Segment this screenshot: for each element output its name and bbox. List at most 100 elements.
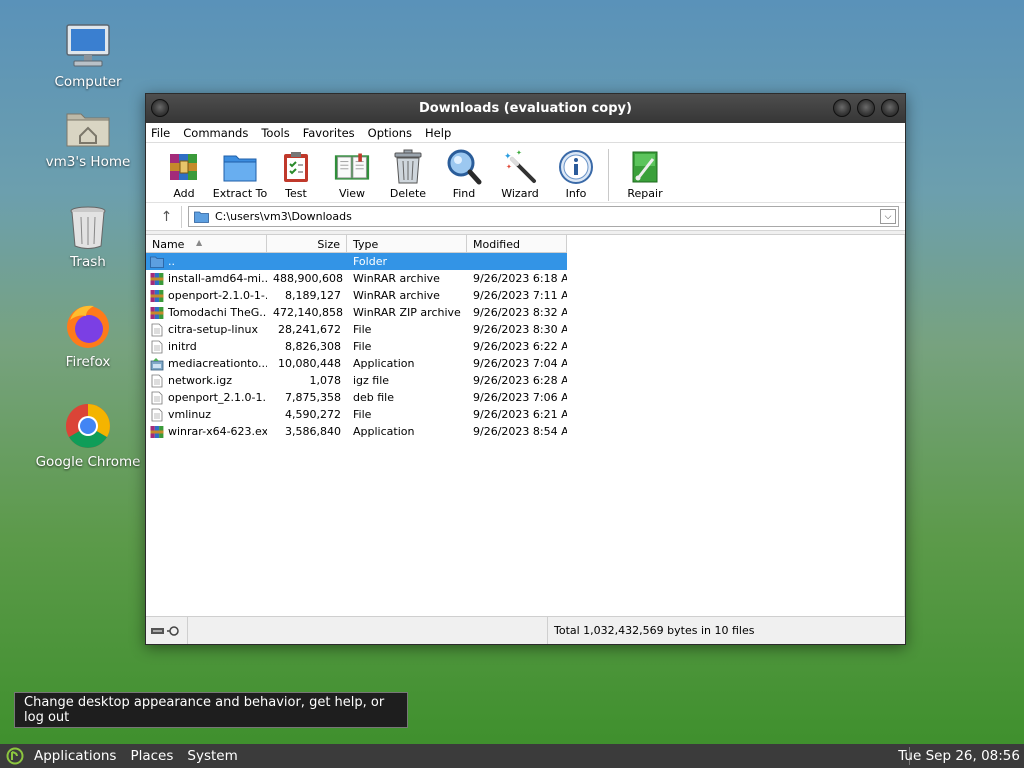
panel-menu-system[interactable]: System — [187, 748, 237, 764]
file-row[interactable]: openport-2.1.0-1-... 8,189,127 WinRAR arch… — [146, 287, 905, 304]
winrar-window: Downloads (evaluation copy) File Command… — [145, 93, 906, 645]
add-button[interactable]: Add — [156, 149, 212, 200]
application-icon — [150, 357, 168, 371]
view-button[interactable]: View — [324, 149, 380, 200]
file-modified: 9/26/2023 8:30 AM — [473, 323, 567, 336]
rar-archive-icon — [150, 425, 168, 439]
file-name: .. — [168, 255, 175, 268]
file-row[interactable]: openport_2.1.0-1... 7,875,358 deb file 9/26… — [146, 389, 905, 406]
desktop-icon-computer[interactable]: Computer — [36, 20, 140, 90]
file-name: vmlinuz — [168, 408, 212, 421]
column-header-modified[interactable]: Modified — [467, 235, 567, 253]
menu-commands[interactable]: Commands — [183, 126, 248, 140]
file-row[interactable]: vmlinuz 4,590,272 File 9/26/2023 6:21 AM — [146, 406, 905, 423]
file-icon — [150, 374, 168, 388]
desktop-icon-chrome[interactable]: Google Chrome — [36, 400, 140, 470]
file-row[interactable]: install-amd64-mi... 488,900,608 WinRAR arc… — [146, 270, 905, 287]
wizard-button[interactable]: ✦ ✦ ✦ Wizard — [492, 149, 548, 200]
column-header-type[interactable]: Type — [347, 235, 467, 253]
up-one-level-button[interactable]: ↑ — [152, 205, 182, 228]
menu-help[interactable]: Help — [425, 126, 451, 140]
toolbar-label: Find — [452, 187, 476, 200]
address-dropdown-button[interactable]: ⌵ — [880, 209, 896, 224]
close-button[interactable] — [881, 99, 899, 117]
delete-button[interactable]: Delete — [380, 149, 436, 200]
rar-archive-icon — [150, 289, 168, 303]
menu-tools[interactable]: Tools — [261, 126, 289, 140]
file-modified: 9/26/2023 6:21 AM — [473, 408, 567, 421]
file-name-cell: openport_2.1.0-1... — [146, 391, 267, 405]
file-size: 7,875,358 — [285, 391, 341, 404]
file-row[interactable]: network.igz 1,078 igz file 9/26/2023 6:28 A… — [146, 372, 905, 389]
rar-archive-icon — [150, 306, 168, 320]
file-row[interactable]: mediacreationto... 10,080,448 Application 9… — [146, 355, 905, 372]
file-name: Tomodachi TheG... — [168, 306, 267, 319]
file-size: 472,140,858 — [273, 306, 343, 319]
magnifier-icon — [446, 149, 482, 185]
mate-logo-icon[interactable] — [6, 747, 24, 765]
find-button[interactable]: Find — [436, 149, 492, 200]
file-row[interactable]: initrd 8,826,308 File 9/26/2023 6:22 AM — [146, 338, 905, 355]
folder-icon — [150, 255, 168, 269]
file-type: igz file — [353, 374, 390, 387]
chrome-icon — [64, 400, 112, 450]
magic-wand-icon: ✦ ✦ ✦ — [502, 149, 538, 185]
file-name-cell: mediacreationto... — [146, 357, 267, 371]
file-name: mediacreationto... — [168, 357, 267, 370]
menu-bar: File Commands Tools Favorites Options He… — [146, 123, 905, 143]
file-name-cell: citra-setup-linux — [146, 323, 267, 337]
address-path: C:\users\vm3\Downloads — [215, 210, 352, 223]
bottom-panel: Applications Places System Tue Sep 26, 0… — [0, 744, 1024, 768]
tooltip: Change desktop appearance and behavior, … — [14, 692, 408, 728]
file-row[interactable]: winrar-x64-623.exe 3,586,840 Application 9/… — [146, 423, 905, 440]
toolbar: Add Extract To Test View Delete Find ✦ ✦… — [146, 143, 905, 203]
info-button[interactable]: Info — [548, 149, 604, 200]
file-modified: 9/26/2023 7:06 AM — [473, 391, 567, 404]
panel-clock[interactable]: Tue Sep 26, 08:56 — [898, 748, 1020, 764]
file-size: 3,586,840 — [285, 425, 341, 438]
repair-button[interactable]: Repair — [617, 149, 673, 200]
file-row[interactable]: Tomodachi TheG... 472,140,858 WinRAR ZIP a… — [146, 304, 905, 321]
file-name-cell: winrar-x64-623.exe — [146, 425, 267, 439]
menu-file[interactable]: File — [151, 126, 170, 140]
minimize-button[interactable] — [833, 99, 851, 117]
vertical-scrollbar[interactable] — [904, 235, 905, 617]
menu-favorites[interactable]: Favorites — [303, 126, 355, 140]
file-modified: 9/26/2023 8:32 AM — [473, 306, 567, 319]
desktop-icon-label: Firefox — [65, 354, 111, 370]
file-row[interactable]: citra-setup-linux 28,241,672 File 9/26/2023… — [146, 321, 905, 338]
desktop-icon-label: vm3's Home — [45, 154, 131, 170]
toolbar-label: Add — [173, 187, 195, 200]
parent-folder-row[interactable]: .. Folder — [146, 253, 567, 270]
file-name-cell: openport-2.1.0-1-... — [146, 289, 267, 303]
desktop-icon-firefox[interactable]: Firefox — [36, 300, 140, 370]
arrow-up-icon: ↑ — [160, 208, 173, 225]
desktop-icon-trash[interactable]: Trash — [36, 200, 140, 270]
panel-menu-applications[interactable]: Applications — [34, 748, 116, 764]
file-modified: 9/26/2023 8:54 AM — [473, 425, 567, 438]
repair-kit-icon — [627, 149, 663, 185]
column-header-label: Size — [317, 238, 340, 251]
extract-to-button[interactable]: Extract To — [212, 149, 268, 200]
svg-text:✦: ✦ — [504, 152, 512, 162]
address-field[interactable]: C:\users\vm3\Downloads ⌵ — [188, 206, 899, 227]
menu-options[interactable]: Options — [368, 126, 412, 140]
book-icon — [334, 149, 370, 185]
toolbar-separator — [608, 149, 609, 201]
computer-icon — [63, 20, 113, 70]
chevron-down-icon: ⌵ — [884, 211, 892, 222]
column-header-size[interactable]: Size — [267, 235, 347, 253]
file-type: WinRAR archive — [353, 272, 440, 285]
file-list: Name ▲ Size Type Modified .. Folder install… — [146, 234, 905, 617]
file-modified: 9/26/2023 6:28 AM — [473, 374, 567, 387]
window-titlebar[interactable]: Downloads (evaluation copy) — [146, 94, 905, 123]
desktop-icon-home[interactable]: vm3's Home — [36, 100, 140, 170]
rar-archive-icon — [150, 272, 168, 286]
column-header-name[interactable]: Name ▲ — [146, 235, 267, 253]
file-name: initrd — [168, 340, 197, 353]
file-name: citra-setup-linux — [168, 323, 258, 336]
maximize-button[interactable] — [857, 99, 875, 117]
test-button[interactable]: Test — [268, 149, 324, 200]
file-modified: 9/26/2023 7:11 AM — [473, 289, 567, 302]
panel-menu-places[interactable]: Places — [130, 748, 173, 764]
